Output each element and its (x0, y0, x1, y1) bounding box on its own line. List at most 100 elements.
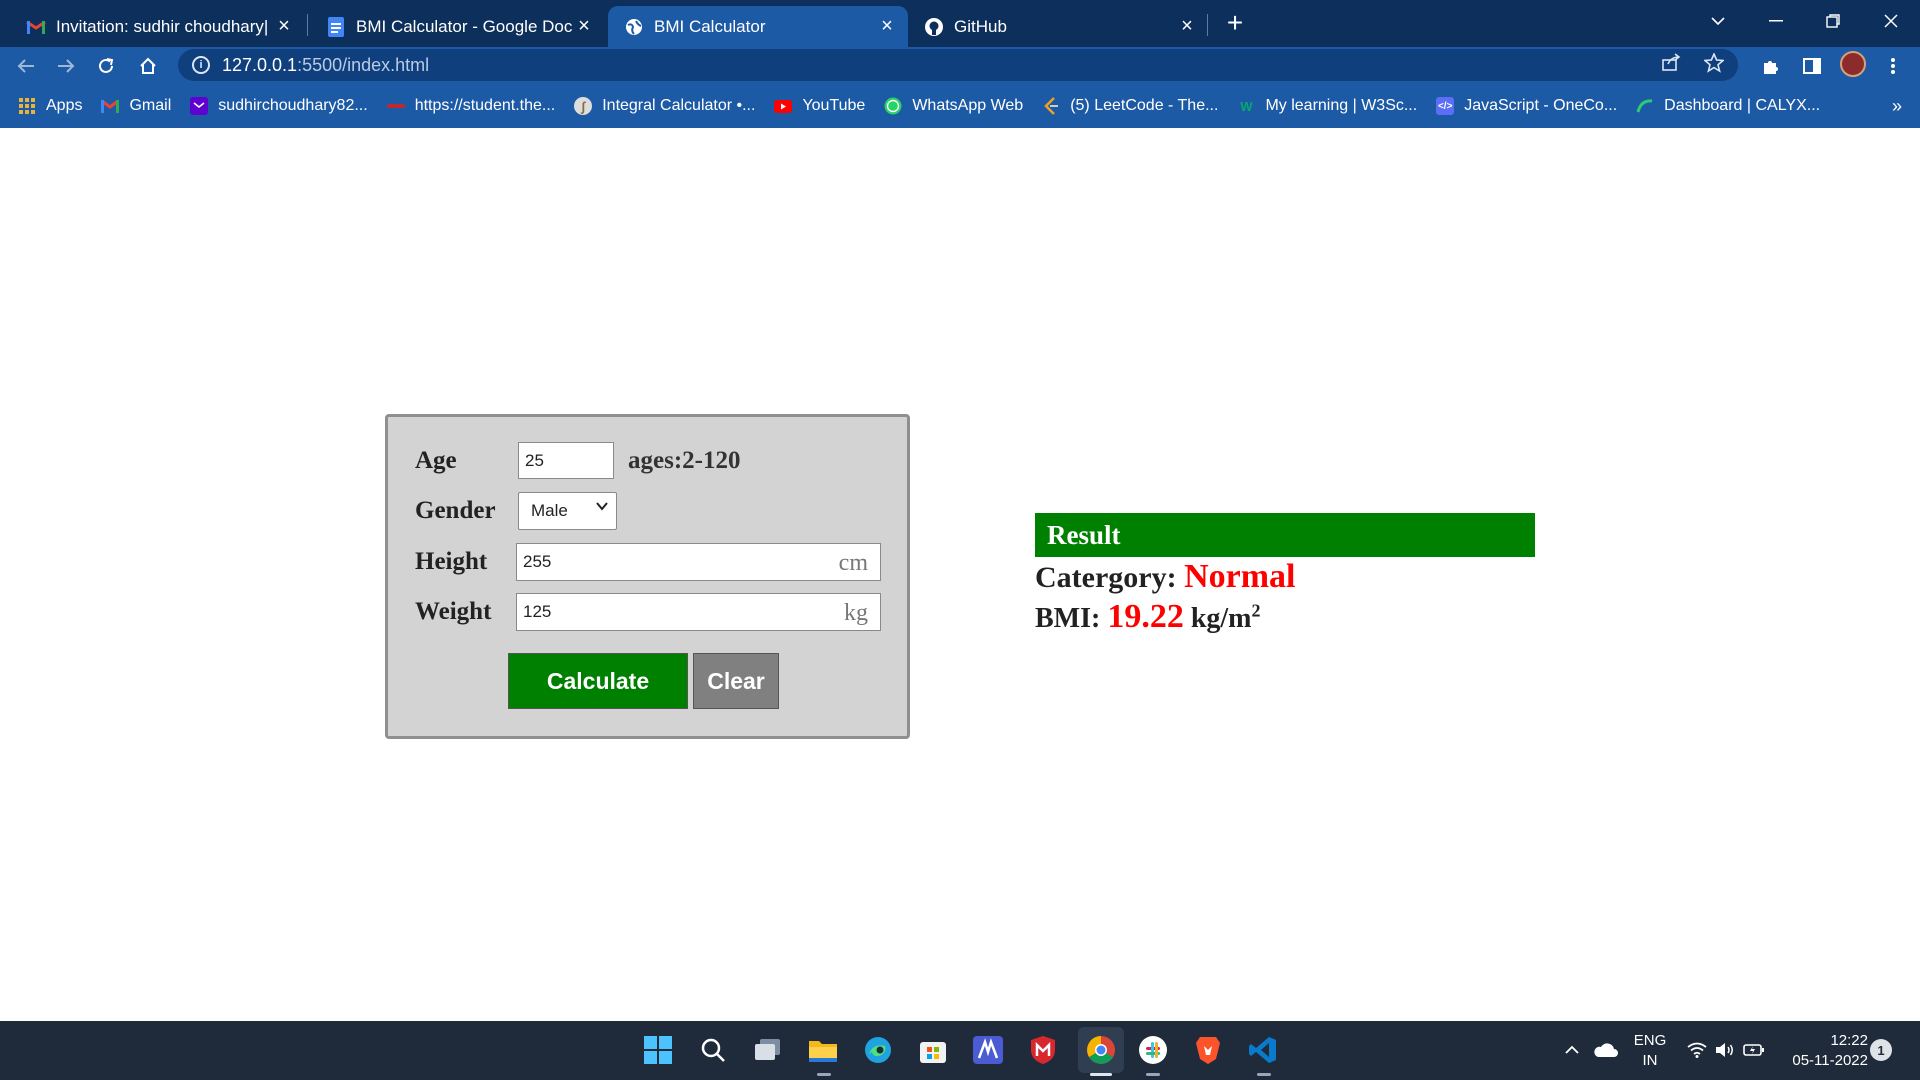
youtube-icon (774, 97, 793, 115)
bookmark-youtube[interactable]: YouTube (774, 97, 865, 115)
forward-arrow-icon[interactable] (50, 50, 82, 82)
site-info-icon[interactable]: i (192, 56, 210, 74)
gmail-icon (26, 17, 46, 37)
windows-taskbar: ENG IN 12:22 05-11-2022 1 (0, 1021, 1920, 1080)
menu-kebab-icon[interactable] (1878, 51, 1908, 81)
brave-icon[interactable] (1191, 1033, 1225, 1067)
onedrive-cloud-icon[interactable] (1590, 1033, 1620, 1067)
calculator-site-icon: ∫ (574, 97, 593, 115)
bookmark-label: My learning | W3Sc... (1265, 97, 1418, 114)
page-content: Age 25 ages:2-120 Gender Male Height 255… (0, 128, 1920, 1021)
onecompiler-icon: </> (1436, 97, 1455, 115)
gender-label: Gender (415, 497, 496, 524)
calyx-icon (1636, 97, 1654, 115)
bookmark-label: Integral Calculator •... (602, 97, 756, 114)
bmi-label: BMI: (1035, 603, 1101, 634)
clock-time: 12:22 (1830, 1032, 1868, 1049)
more-bookmarks-chevron-icon[interactable]: » (1892, 96, 1902, 117)
weight-unit: kg (844, 600, 868, 626)
microsoft-store-icon[interactable] (916, 1033, 950, 1067)
minimize-button[interactable] (1753, 4, 1799, 38)
close-window-button[interactable] (1868, 4, 1914, 38)
age-input[interactable]: 25 (518, 442, 614, 479)
back-arrow-icon[interactable] (10, 50, 42, 82)
chevron-down-icon (596, 499, 608, 515)
close-icon[interactable]: × (1176, 15, 1198, 38)
bookmark-label: Dashboard | CALYX... (1664, 97, 1821, 114)
tab-strip: Invitation: sudhir choudhary| Plac × BMI… (0, 0, 1920, 47)
slack-icon[interactable] (1136, 1033, 1170, 1067)
tray-chevron-up-icon[interactable] (1560, 1033, 1584, 1067)
tab-google-docs[interactable]: BMI Calculator - Google Docs × (310, 6, 605, 47)
clock-date: 05-11-2022 (1792, 1052, 1868, 1069)
restore-button[interactable] (1810, 4, 1856, 38)
bookmark-label: Gmail (129, 97, 172, 114)
clock[interactable]: 12:22 05-11-2022 (1780, 1031, 1868, 1071)
gender-select[interactable]: Male (518, 492, 617, 530)
category-value: Normal (1184, 558, 1296, 595)
chrome-icon[interactable] (1078, 1027, 1124, 1073)
task-view-icon[interactable] (751, 1033, 785, 1067)
bmi-form: Age 25 ages:2-120 Gender Male Height 255… (385, 414, 910, 739)
bookmark-apps[interactable]: Apps (18, 97, 82, 115)
clear-button[interactable]: Clear (693, 653, 779, 709)
mcafee-icon[interactable] (1026, 1033, 1060, 1067)
bmi-unit: kg/m (1190, 603, 1252, 634)
share-icon[interactable] (1662, 53, 1682, 79)
address-bar[interactable]: i 127.0.0.1:5500/index.html (178, 49, 1738, 81)
bookmark-integral-calculator[interactable]: ∫ Integral Calculator •... (574, 97, 755, 115)
file-explorer-icon[interactable] (806, 1033, 840, 1067)
tab-gmail-invitation[interactable]: Invitation: sudhir choudhary| Plac × (10, 6, 305, 47)
bookmark-label: YouTube (802, 97, 866, 114)
notification-badge[interactable]: 1 (1870, 1039, 1892, 1061)
bookmark-student-site[interactable]: https://student.the... (386, 97, 555, 115)
calculate-button[interactable]: Calculate (508, 653, 688, 709)
site-icon (386, 97, 405, 115)
profile-avatar[interactable] (1840, 51, 1866, 77)
bookmark-leetcode[interactable]: (5) LeetCode - The... (1042, 97, 1218, 115)
bookmark-whatsapp[interactable]: WhatsApp Web (884, 97, 1023, 115)
w3schools-icon: W (1240, 98, 1253, 114)
tab-bmi-calculator[interactable]: BMI Calculator × (608, 6, 908, 47)
bookmark-yahoo-mail[interactable]: sudhirchoudhary82... (190, 97, 368, 115)
leetcode-icon (1042, 97, 1060, 115)
bookmark-gmail[interactable]: Gmail (101, 97, 171, 115)
wifi-icon[interactable] (1683, 1033, 1711, 1067)
google-docs-icon (326, 16, 346, 37)
new-tab-button[interactable]: + (1220, 7, 1250, 38)
whatsapp-icon (884, 97, 902, 115)
home-icon[interactable] (132, 50, 164, 82)
close-icon[interactable]: × (273, 15, 295, 38)
search-icon[interactable] (696, 1033, 730, 1067)
bookmark-calyx[interactable]: Dashboard | CALYX... (1636, 97, 1820, 115)
age-range-hint: ages:2-120 (628, 447, 741, 474)
language-indicator[interactable]: ENG IN (1625, 1031, 1675, 1071)
bookmark-label: JavaScript - OneCo... (1464, 97, 1618, 114)
tab-search-chevron-icon[interactable] (1695, 4, 1741, 38)
windows-start-icon[interactable] (641, 1033, 675, 1067)
edge-icon[interactable] (861, 1033, 895, 1067)
bmi-unit-exponent: 2 (1251, 600, 1261, 621)
tab-github[interactable]: GitHub × (908, 6, 1208, 47)
extensions-puzzle-icon[interactable] (1756, 51, 1786, 81)
close-icon[interactable]: × (573, 15, 595, 38)
side-panel-icon[interactable] (1797, 51, 1827, 81)
reload-icon[interactable] (90, 50, 122, 82)
mathpix-icon[interactable] (971, 1033, 1005, 1067)
close-icon[interactable]: × (876, 15, 898, 38)
vscode-icon[interactable] (1246, 1033, 1280, 1067)
bookmark-label: (5) LeetCode - The... (1070, 97, 1219, 114)
globe-icon (624, 17, 644, 37)
bookmark-w3schools[interactable]: W My learning | W3Sc... (1237, 97, 1417, 115)
weight-label: Weight (415, 598, 492, 625)
bmi-value: 19.22 (1107, 598, 1184, 635)
bookmark-label: sudhirchoudhary82... (218, 97, 368, 114)
gmail-icon (101, 97, 120, 115)
height-input[interactable]: 255 cm (516, 543, 881, 581)
volume-icon[interactable] (1711, 1033, 1739, 1067)
bookmark-star-icon[interactable] (1703, 51, 1725, 79)
battery-icon[interactable] (1740, 1033, 1768, 1067)
bookmark-onecompiler[interactable]: </> JavaScript - OneCo... (1436, 97, 1617, 115)
weight-input[interactable]: 125 kg (516, 593, 881, 631)
url-path: :5500/index.html (297, 54, 430, 75)
